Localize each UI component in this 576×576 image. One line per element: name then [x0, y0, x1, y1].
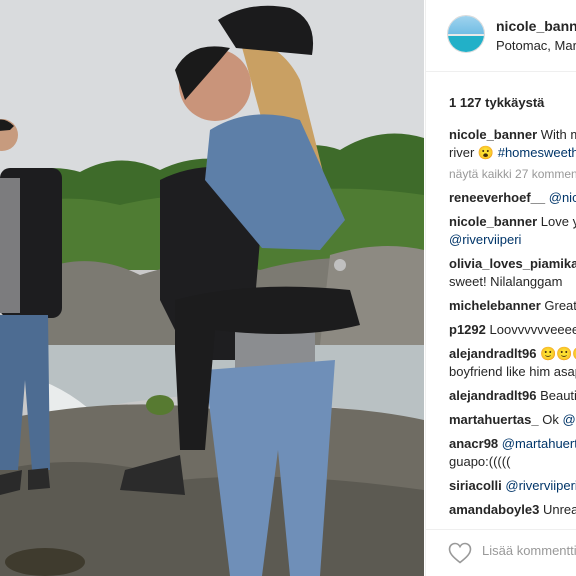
list-item: martahuertas_ Ok @nicole	[449, 411, 576, 429]
comment-mention[interactable]: @riverviiperi	[505, 478, 576, 493]
post-side-panel: nicole_banner Potomac, Maryland 1 127 ty…	[425, 0, 576, 576]
post-location[interactable]: Potomac, Maryland	[496, 38, 576, 53]
comment-user[interactable]: reneeverhoef__	[449, 190, 545, 205]
comment-user[interactable]: alejandradlt96	[449, 388, 536, 403]
avatar-pool	[448, 35, 484, 52]
caption-emoji: 😮	[477, 145, 495, 160]
list-item: amandaboyle3 Unreal	[449, 501, 576, 519]
comment-mention[interactable]: @martahuertas_	[502, 436, 576, 451]
comment-line2: @riverviiperi	[449, 231, 576, 249]
comment-text: Beautiful	[540, 388, 576, 403]
view-all-comments-link[interactable]: näytä kaikki 27 kommenttia	[449, 165, 576, 183]
like-count[interactable]: 1 127 tykkäystä	[449, 95, 544, 110]
list-item: alejandradlt96 🙂🙂🙂	[449, 345, 576, 363]
list-item: siriacolli @riverviiperi	[449, 477, 576, 495]
avatar[interactable]	[447, 15, 485, 53]
caption-hashtag[interactable]: #homesweethome	[498, 145, 576, 160]
list-item: p1292 Loovvvvvveeeee	[449, 321, 576, 339]
add-comment-input[interactable]: Lisää kommentti...	[482, 543, 576, 558]
comment-text: Love you both	[540, 214, 576, 229]
post-actions: Lisää kommentti...	[426, 529, 576, 576]
avatar-sky	[448, 16, 484, 36]
comment-line2: guapo:(((((	[449, 454, 511, 469]
comment-text: Loovvvvvveeeee	[489, 322, 576, 337]
list-item: michelebanner Great photo	[449, 297, 576, 315]
comment-user[interactable]: martahuertas_	[449, 412, 539, 427]
comment-text: 🙂🙂🙂	[540, 346, 576, 361]
comment-line2: sweet! Nilalanggam	[449, 274, 563, 289]
comment-user[interactable]: alejandradlt96	[449, 346, 536, 361]
comment-user[interactable]: siriacolli	[449, 478, 502, 493]
list-item: nicole_banner Love you both	[449, 213, 576, 231]
caption-text: With my best friend at the	[540, 127, 576, 142]
comment-list: nicole_banner With my best friend at the…	[449, 126, 576, 519]
caption-text-2: river	[449, 145, 475, 160]
post-photo[interactable]	[0, 0, 424, 576]
comment-line2: boyfriend like him asap	[449, 364, 576, 379]
comment-user[interactable]: michelebanner	[449, 298, 541, 313]
list-item: alejandradlt96 Beautiful	[449, 387, 576, 405]
comment-mention[interactable]: @nicole_banner	[549, 190, 576, 205]
comment-mention[interactable]: @riverviiperi	[449, 232, 521, 247]
comment-user[interactable]: nicole_banner	[449, 214, 537, 229]
photo-scene	[0, 0, 424, 576]
list-item: reneeverhoef__ @nicole_banner	[449, 189, 576, 207]
comment-user[interactable]: anacr98	[449, 436, 498, 451]
list-item: olivia_loves_piamikaela	[449, 255, 576, 273]
comment-text: Ok	[542, 412, 559, 427]
caption-user[interactable]: nicole_banner	[449, 127, 537, 142]
list-item: anacr98 @martahuertas_	[449, 435, 576, 453]
comment-user[interactable]: p1292	[449, 322, 486, 337]
comment-mention[interactable]: @nicole	[562, 412, 576, 427]
comment-user[interactable]: amandaboyle3	[449, 502, 539, 517]
comment-user[interactable]: olivia_loves_piamikaela	[449, 256, 576, 271]
comment-text: Unreal	[542, 502, 576, 517]
caption-line2: river 😮 #homesweethome	[449, 144, 576, 162]
post-header: nicole_banner Potomac, Maryland	[426, 0, 576, 72]
caption: nicole_banner With my best friend at the	[449, 126, 576, 144]
heart-outline-icon[interactable]	[448, 542, 472, 564]
comment-text: Great photo	[544, 298, 576, 313]
post-username[interactable]: nicole_banner	[496, 18, 576, 34]
